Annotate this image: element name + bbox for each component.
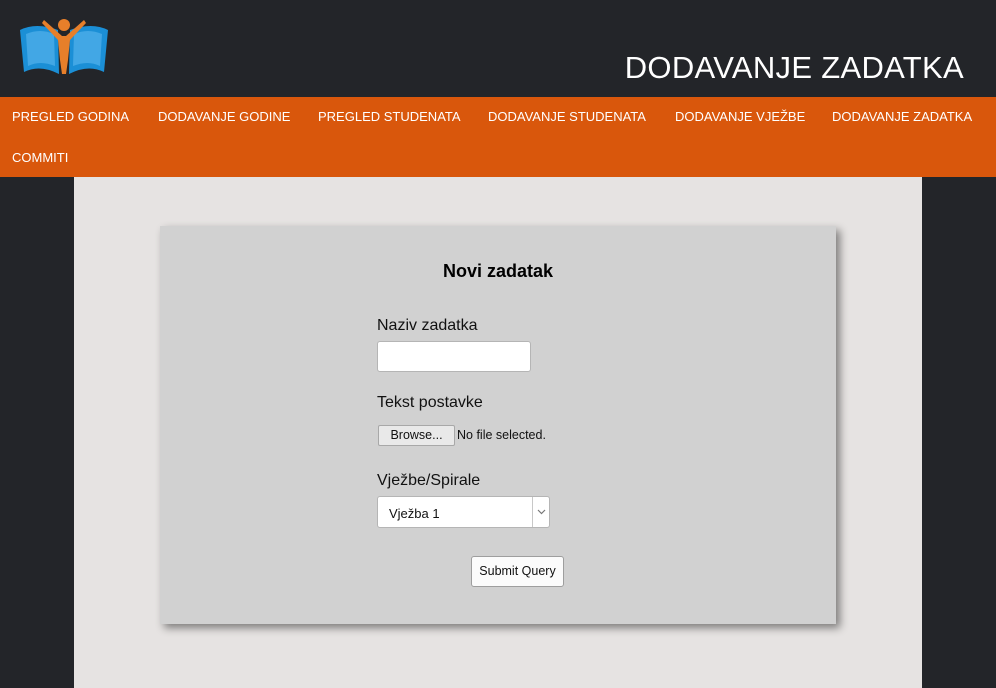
nav-item-dodavanje-vjezbe[interactable]: DODAVANJE VJEŽBE bbox=[675, 109, 805, 124]
exercise-selected-value: Vježba 1 bbox=[389, 506, 440, 521]
page-title: DODAVANJE ZADATKA bbox=[624, 50, 964, 85]
nav-item-pregled-studenata[interactable]: PREGLED STUDENATA bbox=[318, 109, 461, 124]
exercise-label: Vježbe/Spirale bbox=[377, 472, 481, 489]
book-with-person-logo-icon bbox=[18, 16, 110, 78]
task-text-label: Tekst postavke bbox=[377, 394, 483, 411]
submit-button[interactable]: Submit Query bbox=[471, 556, 564, 587]
task-name-input[interactable] bbox=[377, 341, 531, 372]
nav-item-dodavanje-godine[interactable]: DODAVANJE GODINE bbox=[158, 109, 290, 124]
form-title: Novi zadatak bbox=[160, 261, 836, 282]
exercise-select[interactable]: Vježba 1 bbox=[377, 496, 550, 528]
browse-button[interactable]: Browse... bbox=[378, 425, 455, 446]
main-nav: PREGLED GODINA DODAVANJE GODINE PREGLED … bbox=[0, 97, 996, 177]
nav-item-dodavanje-zadatka[interactable]: DODAVANJE ZADATKA bbox=[832, 109, 972, 124]
task-name-label: Naziv zadatka bbox=[377, 317, 478, 334]
header: DODAVANJE ZADATKA bbox=[0, 0, 996, 97]
form-title-text: Novi zadatak bbox=[442, 261, 554, 281]
chevron-down-icon bbox=[532, 497, 549, 527]
nav-item-commiti[interactable]: COMMITI bbox=[12, 150, 68, 165]
nav-item-dodavanje-studenata[interactable]: DODAVANJE STUDENATA bbox=[488, 109, 646, 124]
nav-item-pregled-godina[interactable]: PREGLED GODINA bbox=[12, 109, 129, 124]
new-task-form: Novi zadatak Naziv zadatka Tekst postavk… bbox=[160, 226, 836, 624]
file-status-text: No file selected. bbox=[457, 428, 546, 442]
